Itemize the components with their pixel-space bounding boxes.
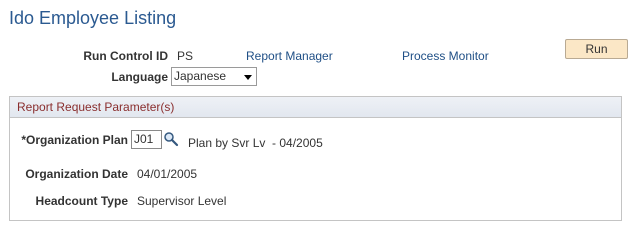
process-monitor-link[interactable]: Process Monitor xyxy=(402,49,489,63)
chevron-down-icon xyxy=(244,75,252,80)
page-title: Ido Employee Listing xyxy=(9,8,177,28)
org-plan-label: *Organization Plan xyxy=(21,133,128,147)
org-plan-description: Plan by Svr Lv - 04/2005 xyxy=(188,136,323,150)
run-control-value: PS xyxy=(177,49,194,63)
headcount-type-value: Supervisor Level xyxy=(137,194,227,208)
org-plan-input[interactable]: J01 xyxy=(131,130,162,149)
group-header: Report Request Parameter(s) xyxy=(10,97,621,118)
language-select[interactable]: Japanese xyxy=(171,67,257,86)
group-title: Report Request Parameter(s) xyxy=(17,100,175,114)
org-date-label: Organization Date xyxy=(25,167,128,181)
org-date-value: 04/01/2005 xyxy=(137,167,198,181)
report-manager-link[interactable]: Report Manager xyxy=(246,49,333,63)
language-selected-value: Japanese xyxy=(174,69,227,83)
magnifier-icon[interactable] xyxy=(163,131,179,147)
run-control-label: Run Control ID xyxy=(83,49,168,63)
run-button[interactable]: Run xyxy=(565,39,628,59)
language-label: Language xyxy=(111,70,168,84)
headcount-type-label: Headcount Type xyxy=(35,194,128,208)
